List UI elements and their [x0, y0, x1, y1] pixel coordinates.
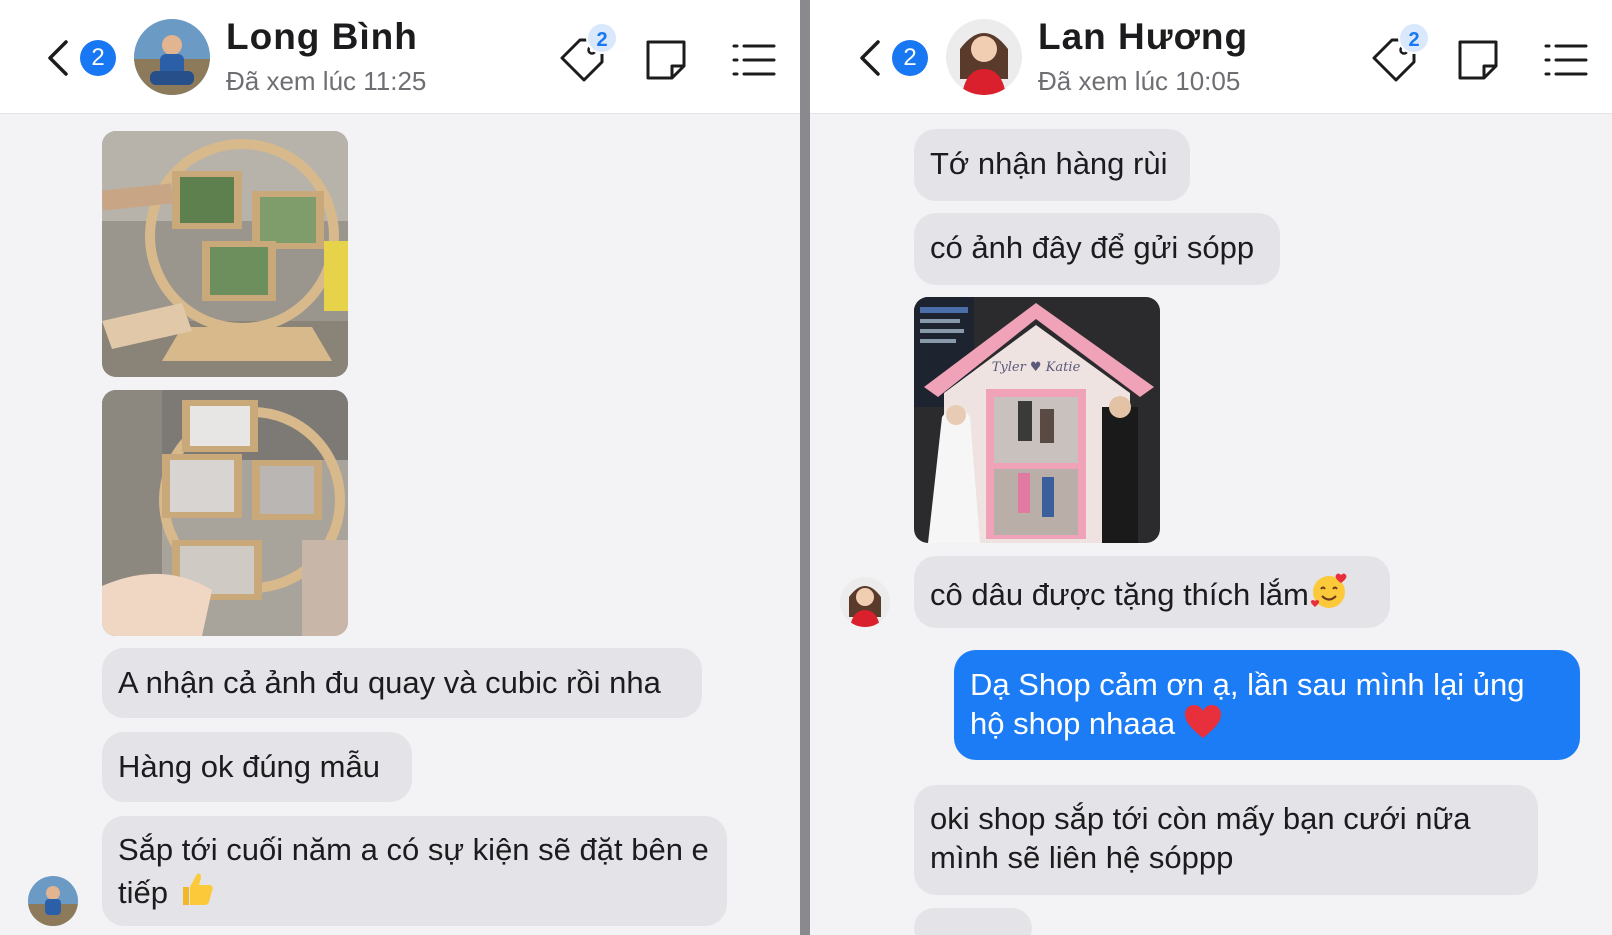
message-text: cô dâu được tặng thích lắm [930, 577, 1309, 612]
contact-name: Lan Hương [1038, 16, 1249, 57]
message-bubble: Sắp tới cuối năm a có sự kiện sẽ đặt bên… [102, 816, 727, 926]
seen-status: Đã xem lúc 10:05 [1038, 66, 1241, 96]
chat-header: 2 Lan Hương Đã xem lúc 10:05 2 [810, 0, 1612, 114]
seen-status: Đã xem lúc 11:25 [226, 66, 427, 96]
unread-count-badge: 2 [892, 40, 928, 76]
unread-count-badge: 2 [80, 40, 116, 76]
chat-pane-lan-huong: 2 Lan Hương Đã xem lúc 10:05 2 Tớ nhận h… [810, 0, 1612, 935]
photo-ferris-wheel-frame-2[interactable] [102, 390, 348, 636]
message-text: A nhận cả ảnh đu quay và cubic rồi nha [118, 665, 661, 700]
back-chevron-icon[interactable] [44, 38, 72, 78]
message-bubble: oki shop sắp tới còn mấy bạn cưới nữa mì… [914, 785, 1538, 895]
message-bubble: A nhận cả ảnh đu quay và cubic rồi nha [102, 648, 702, 718]
avatar[interactable] [946, 19, 1022, 95]
message-bubble: cô dâu được tặng thích lắm [914, 556, 1390, 628]
sender-avatar[interactable] [28, 876, 78, 926]
back-chevron-icon[interactable] [856, 38, 884, 78]
avatar[interactable] [134, 19, 210, 95]
message-text: Tớ nhận hàng rùi [930, 146, 1168, 181]
tag-count-badge: 2 [1398, 22, 1430, 54]
svg-text:Tyler ♥ Katie: Tyler ♥ Katie [992, 360, 1081, 375]
message-bubble-partial [914, 908, 1032, 935]
contact-name: Long Bình [226, 16, 418, 57]
message-text: Hàng ok đúng mẫu [118, 749, 380, 784]
photo-ferris-wheel-frame-1[interactable] [102, 131, 348, 377]
chat-header: 2 Long Bình Đã xem lúc 11:25 2 [0, 0, 800, 114]
note-icon[interactable] [640, 34, 692, 86]
pane-divider [800, 0, 810, 935]
chat-pane-long-binh: 2 Long Bình Đã xem lúc 11:25 2 A nhận cả… [0, 0, 800, 935]
message-bubble: Hàng ok đúng mẫu [102, 732, 412, 802]
photo-pink-house-frame[interactable]: Tyler ♥ Katie [914, 297, 1160, 543]
thumbs-up-emoji [182, 873, 213, 905]
list-menu-icon[interactable] [728, 34, 780, 86]
note-icon[interactable] [1452, 34, 1504, 86]
list-menu-icon[interactable] [1540, 34, 1592, 86]
message-text: oki shop sắp tới còn mấy bạn cưới nữa mì… [930, 801, 1471, 875]
message-bubble-outgoing: Dạ Shop cảm ơn ạ, lần sau mình lại ủng h… [954, 650, 1580, 760]
message-bubble: Tớ nhận hàng rùi [914, 129, 1190, 201]
message-text: có ảnh đây để gửi sópp [930, 230, 1255, 265]
smiling-face-with-hearts-emoji [1310, 573, 1347, 608]
red-heart-emoji [1184, 705, 1221, 738]
tag-count-badge: 2 [586, 22, 618, 54]
message-bubble: có ảnh đây để gửi sópp [914, 213, 1280, 285]
message-text: Dạ Shop cảm ơn ạ, lần sau mình lại ủng h… [970, 667, 1525, 741]
sender-avatar[interactable] [840, 577, 890, 627]
